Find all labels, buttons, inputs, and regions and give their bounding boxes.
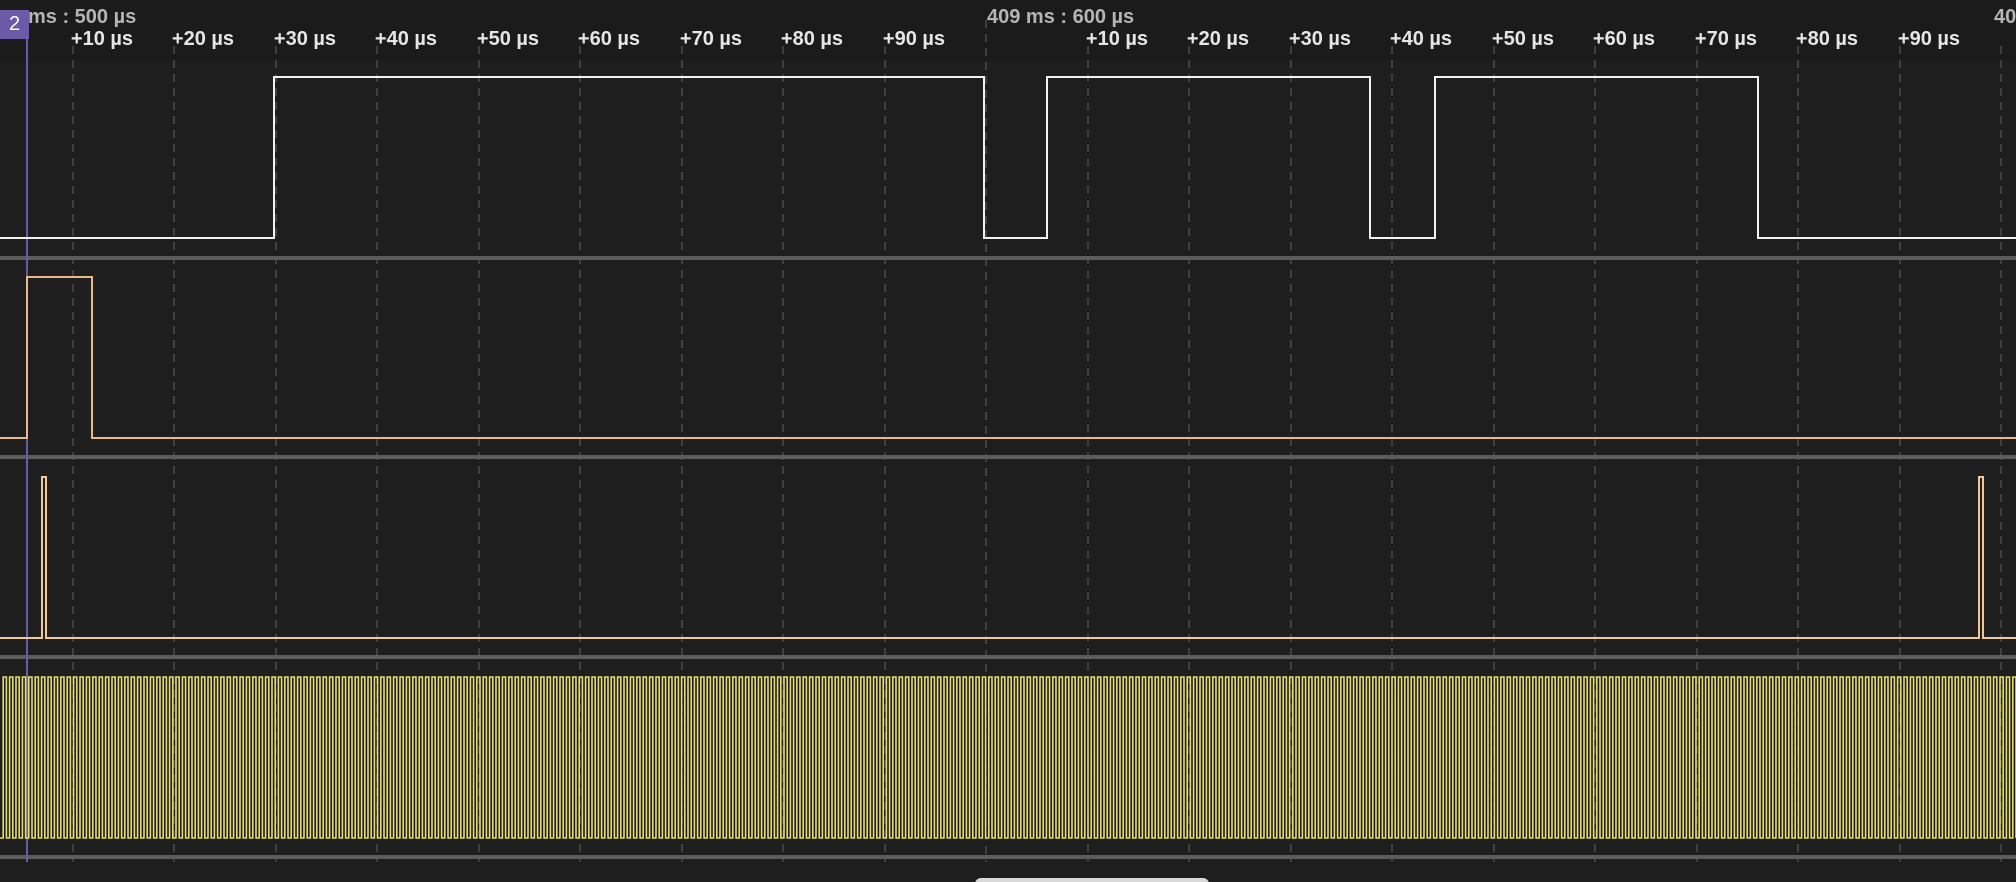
- channel-4-clock-waveform: [0, 676, 2016, 839]
- channel-2-waveform: [0, 276, 2016, 439]
- horizontal-scroll-handle[interactable]: [975, 878, 1209, 882]
- logic-analyzer-viewer[interactable]: ms : 500 µs 409 ms : 600 µs 40 +10 µs +2…: [0, 0, 2016, 882]
- waveform-area[interactable]: [0, 0, 2016, 882]
- channel-1-waveform: [0, 76, 2016, 239]
- channel-3-waveform: [0, 476, 2016, 639]
